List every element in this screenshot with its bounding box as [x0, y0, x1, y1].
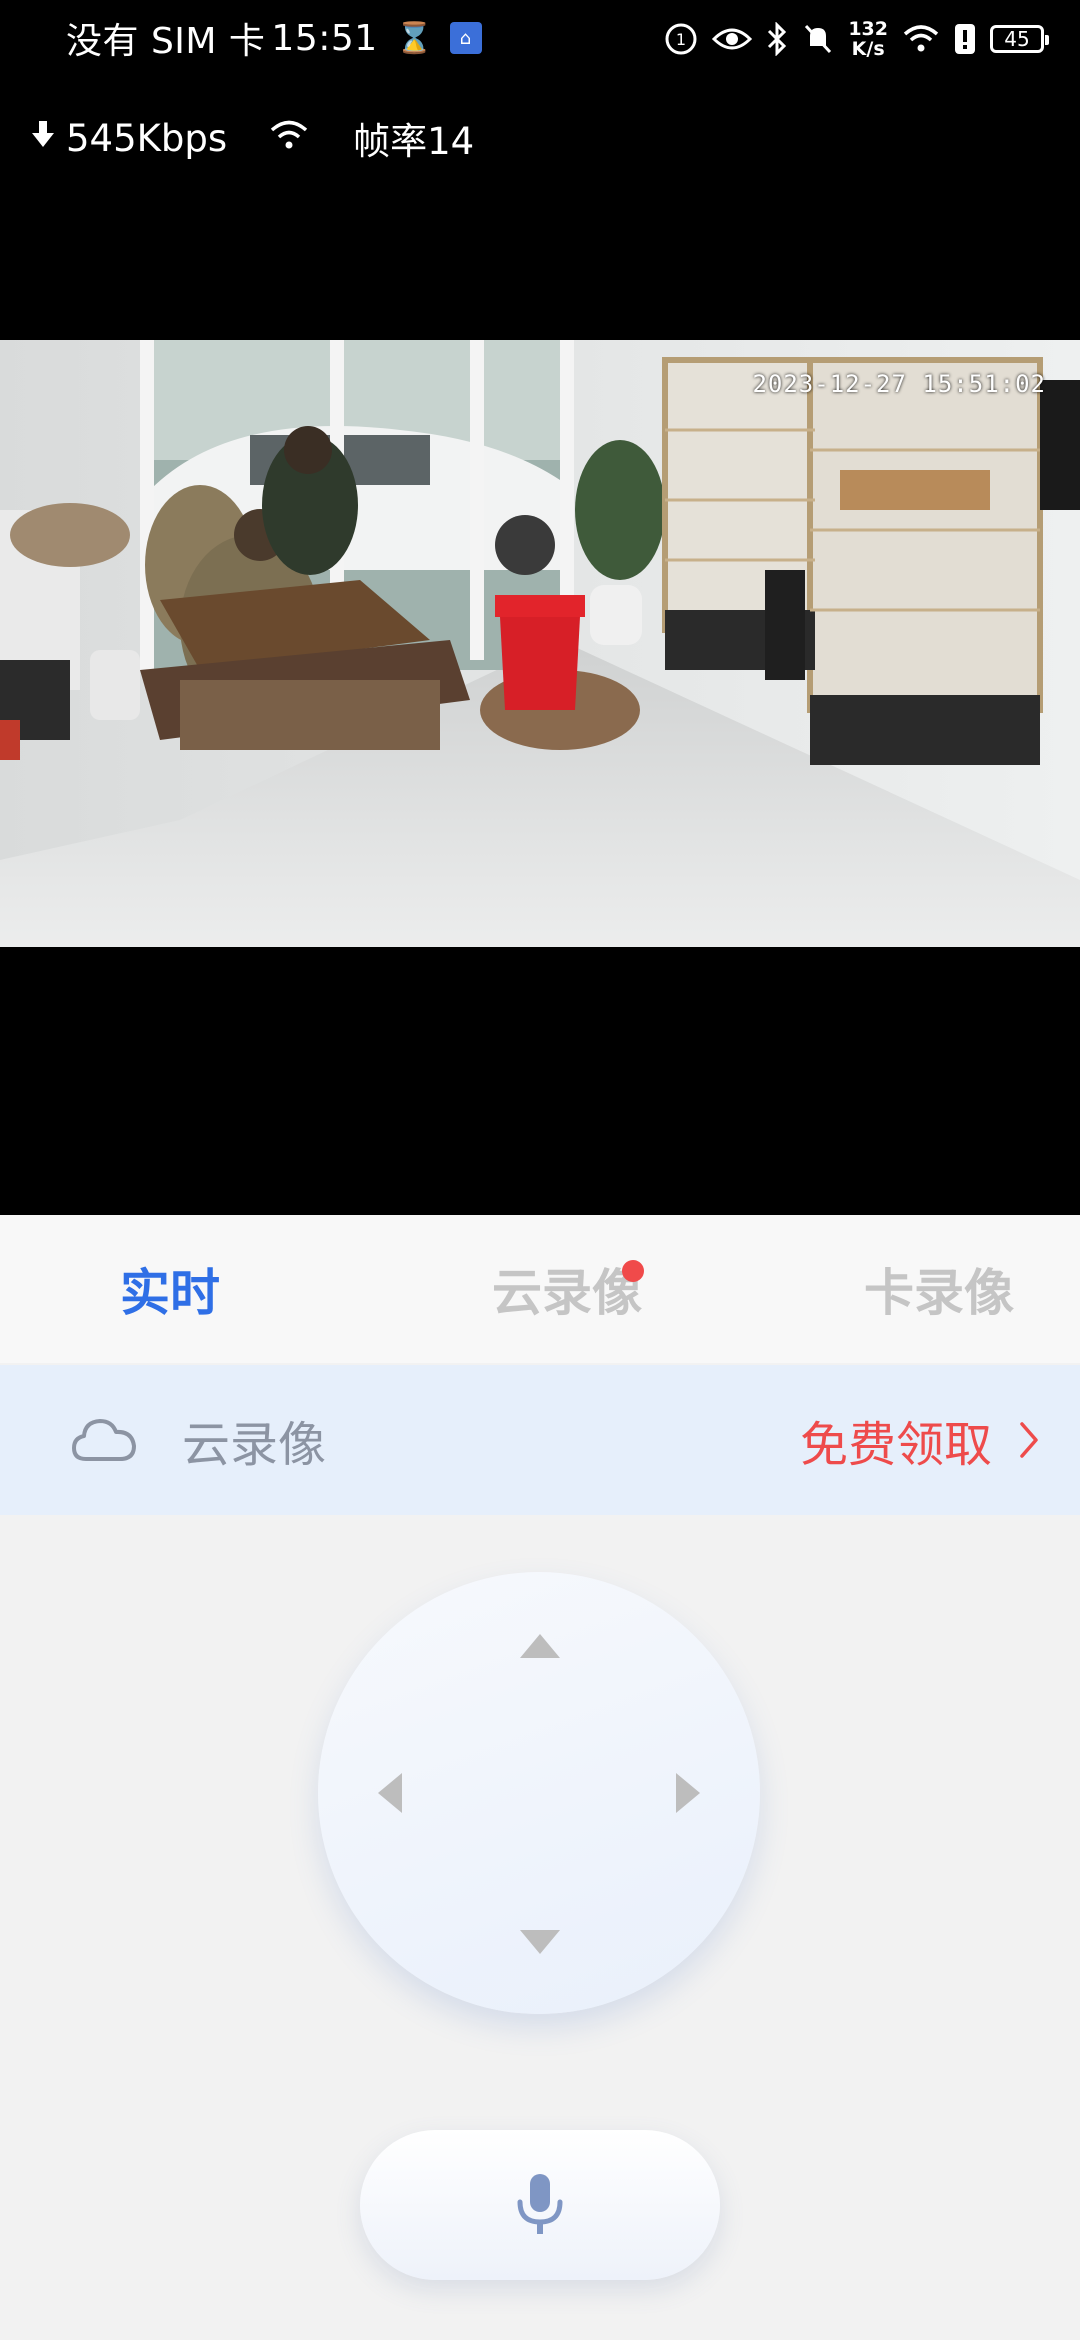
tab-cloud-recording[interactable]: 云录像: [418, 1215, 716, 1363]
live-video-view[interactable]: 2023-12-27 15:51:02: [0, 340, 1080, 947]
framerate-label: 帧率14: [353, 120, 475, 163]
battery-icon: 45: [990, 25, 1049, 53]
alert-icon: [954, 23, 976, 55]
new-badge-dot: [622, 1260, 644, 1282]
bitrate-label: 545Kbps: [66, 116, 228, 160]
video-timestamp: 2023-12-27 15:51:02: [752, 370, 1046, 398]
cloud-icon: [72, 1419, 136, 1461]
battery-level: 45: [1004, 27, 1030, 51]
stream-info-bar: 545Kbps 帧率14: [32, 110, 474, 166]
cloud-recording-label: 云录像: [182, 1417, 327, 1473]
chevron-right-icon: [1020, 1422, 1038, 1458]
cloud-recording-banner[interactable]: 云录像 免费领取: [0, 1365, 1080, 1515]
tab-live[interactable]: 实时: [0, 1215, 418, 1363]
ptz-direction-pad[interactable]: [318, 1572, 760, 2014]
arrow-left-icon[interactable]: [378, 1773, 402, 1813]
tab-cloud-recording-label: 云录像: [492, 1264, 642, 1322]
network-speed-value: 132: [848, 18, 888, 40]
eye-icon: [712, 25, 753, 53]
hourglass-icon: ⌛: [395, 20, 434, 56]
arrow-down-icon[interactable]: [520, 1930, 560, 1954]
svg-text:1: 1: [676, 30, 686, 49]
microphone-icon: [517, 2174, 563, 2234]
arrow-right-icon[interactable]: [676, 1773, 700, 1813]
clock: 15:51: [271, 17, 378, 59]
status-bar-right: 1 132 K/s 45: [650, 14, 1049, 64]
talk-button[interactable]: [360, 2130, 720, 2280]
arrow-up-icon[interactable]: [520, 1634, 560, 1658]
status-bar-left: 没有 SIM 卡 15:51 ⌛ ⌂: [66, 14, 482, 62]
bluetooth-icon: [766, 22, 788, 56]
network-speed: 132 K/s: [848, 19, 888, 59]
carrier-label: 没有 SIM 卡: [66, 21, 266, 62]
free-claim-button[interactable]: 免费领取: [800, 1365, 1040, 1515]
app-notification-icon: ⌂: [449, 22, 482, 54]
camera-scene: [0, 340, 1080, 947]
mute-bell-icon: [802, 22, 834, 56]
tab-card-recording[interactable]: 卡录像: [716, 1215, 1080, 1363]
data-saver-icon: 1: [664, 22, 698, 56]
wifi-status-icon: [902, 24, 940, 54]
playback-tabs: 实时 云录像 卡录像: [0, 1215, 1080, 1363]
network-speed-unit: K/s: [851, 38, 885, 60]
free-claim-label: 免费领取: [799, 1417, 992, 1473]
download-arrow-icon: [32, 117, 54, 160]
wifi-icon: [269, 117, 309, 160]
